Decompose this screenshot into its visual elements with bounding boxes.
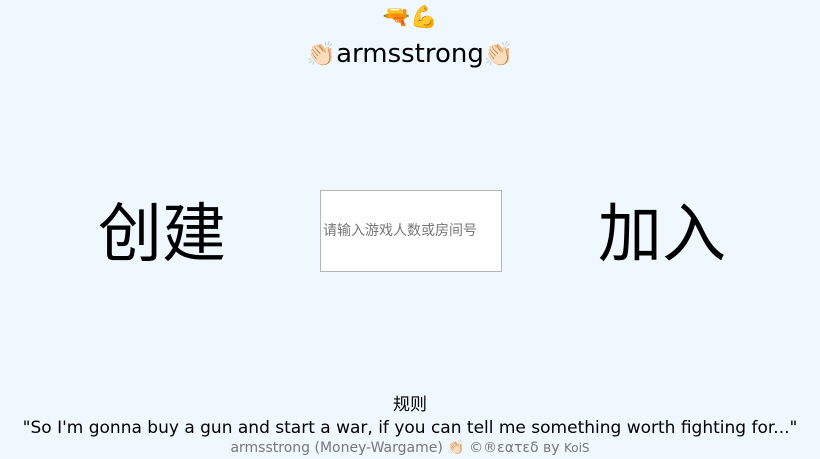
page-title: 👏🏻armsstrong👏🏻: [0, 36, 820, 72]
header-emoji: 🔫💪: [382, 5, 438, 30]
created-by-label: ©®εατεδ ву: [469, 440, 560, 456]
rules-link[interactable]: 规则: [0, 394, 820, 416]
room-input[interactable]: [320, 190, 502, 272]
game-title: armsstrong: [336, 39, 484, 69]
quote-text: "So I'm gonna buy a gun and start a war,…: [22, 418, 798, 438]
clapping-hands-icon: 👏🏻: [447, 440, 465, 456]
join-button[interactable]: 加入: [598, 195, 726, 275]
clapping-hands-icon: 👏🏻: [306, 40, 337, 68]
author-name: KoiS: [563, 441, 590, 455]
create-button[interactable]: 创建: [98, 195, 226, 275]
game-name: armsstrong (Money-Wargame): [230, 440, 443, 456]
credits: armsstrong (Money-Wargame) 👏🏻 ©®εατεδ ву…: [0, 439, 820, 457]
clapping-hands-icon: 👏🏻: [483, 40, 514, 68]
